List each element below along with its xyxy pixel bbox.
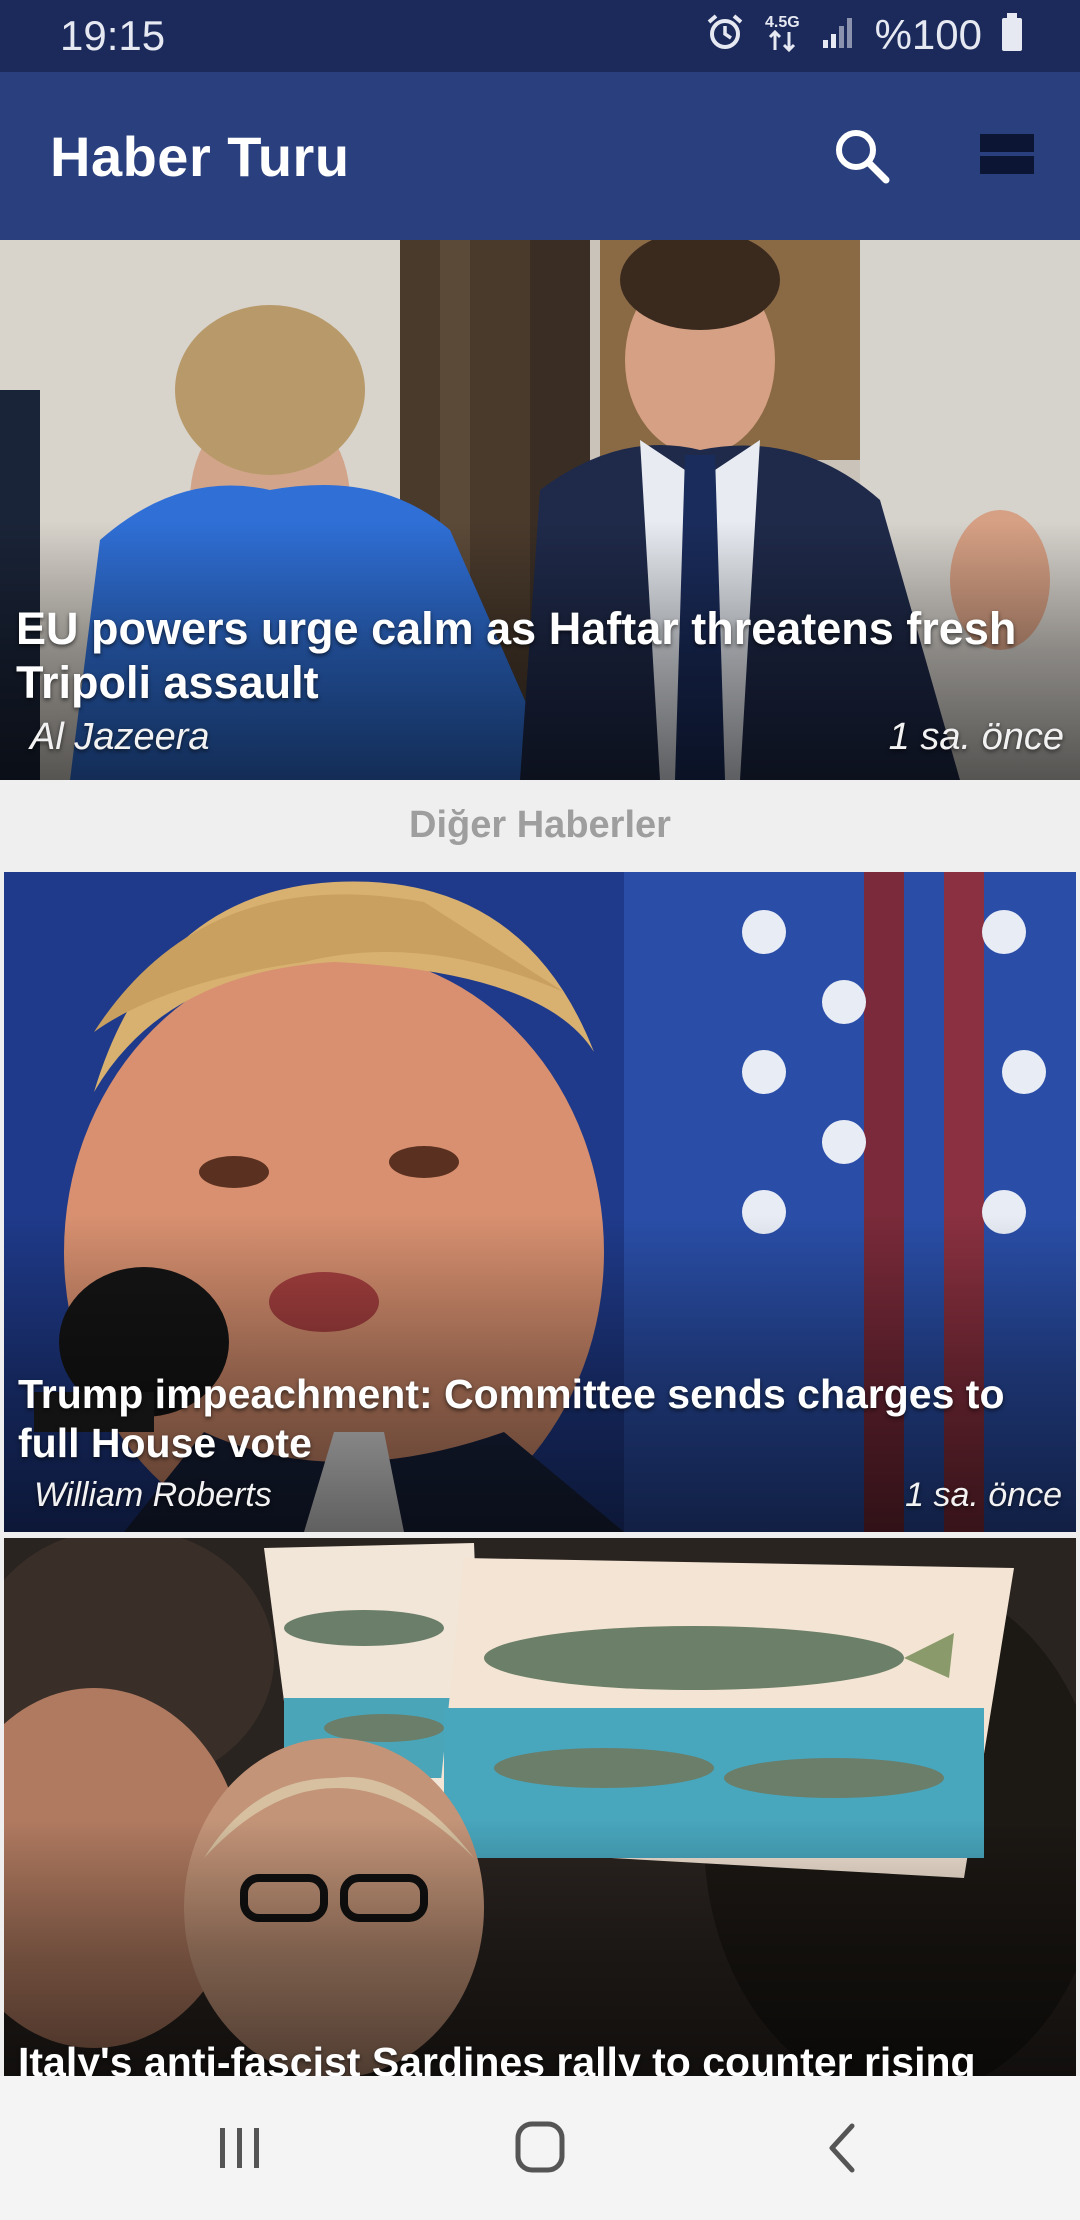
network-data-icon: 4.5G	[763, 10, 803, 59]
menu-button[interactable]	[978, 130, 1036, 178]
status-bar: 19:15 4.5G %100	[0, 0, 1080, 72]
menu-icon	[980, 134, 1034, 174]
search-icon	[836, 130, 890, 184]
news-title: Trump impeachment: Committee sends charg…	[18, 1371, 1005, 1467]
news-source: William Roberts	[34, 1476, 272, 1514]
app-title: Haber Turu	[50, 125, 350, 188]
battery-percent: %100	[874, 10, 982, 58]
back-icon	[829, 2123, 855, 2173]
battery-icon	[1000, 12, 1024, 57]
search-button[interactable]	[826, 120, 898, 192]
status-time: 19:15	[60, 12, 166, 59]
recent-apps-button[interactable]	[205, 2116, 275, 2180]
alarm-icon	[705, 12, 745, 57]
network-label: 4.5G	[765, 14, 800, 31]
signal-icon	[821, 14, 857, 55]
news-card[interactable]: Italy's anti-fascist Sardines rally to c…	[4, 1538, 1076, 2078]
featured-news-card[interactable]: EU powers urge calm as Haftar threatens …	[0, 240, 1080, 780]
featured-news-time: 1 sa. önce	[888, 716, 1064, 758]
news-title: Italy's anti-fascist Sardines rally to c…	[18, 2039, 976, 2078]
news-time: 1 sa. önce	[905, 1476, 1062, 1514]
app-bar: Haber Turu	[0, 72, 1080, 240]
back-button[interactable]	[808, 2116, 878, 2180]
status-icons: 4.5G %100	[705, 10, 1024, 59]
system-nav-bar	[0, 2076, 1080, 2220]
home-button[interactable]	[505, 2116, 575, 2180]
featured-news-title: EU powers urge calm as Haftar threatens …	[16, 603, 1017, 708]
featured-news-source: Al Jazeera	[30, 716, 210, 758]
news-card[interactable]: Trump impeachment: Committee sends charg…	[4, 872, 1076, 1532]
section-header: Diğer Haberler	[409, 804, 671, 846]
home-icon	[515, 2121, 565, 2173]
recent-apps-icon	[220, 2128, 259, 2168]
